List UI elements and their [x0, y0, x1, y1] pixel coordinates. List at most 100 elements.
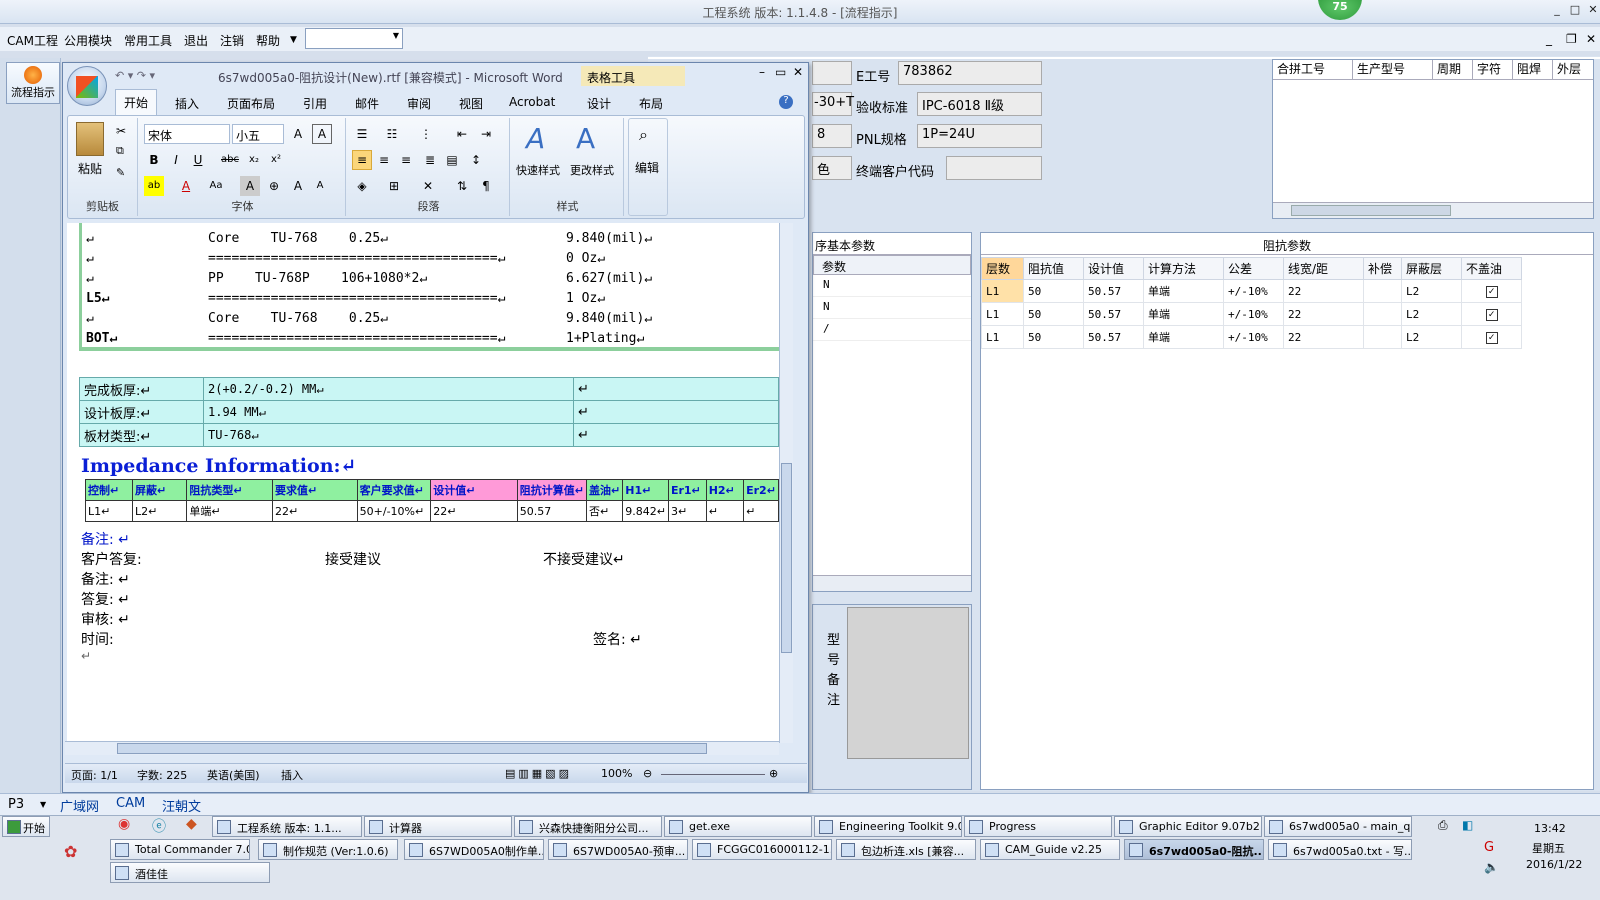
combine-col-outer[interactable]: 外层 — [1553, 60, 1593, 79]
increase-indent-icon[interactable]: ⇥ — [476, 124, 496, 144]
table-row[interactable]: L1 50 50.57 单端 +/-10% 22 L2 ✓ — [981, 279, 1522, 303]
cell[interactable]: 50 — [1023, 325, 1084, 349]
cell[interactable]: ↵ — [573, 423, 779, 447]
list-item[interactable]: / — [813, 319, 971, 341]
cell[interactable]: L2 — [1401, 302, 1462, 326]
menu-logout[interactable]: 注销 — [220, 32, 244, 49]
combine-col-model[interactable]: 生产型号 — [1353, 60, 1433, 79]
enclose-char-icon[interactable]: ⊕ — [264, 176, 284, 196]
status-page[interactable]: 页面: 1/1 — [71, 767, 118, 783]
chrome-icon[interactable]: ◉ — [118, 816, 130, 832]
cell[interactable]: 客户要求值↵ — [356, 479, 432, 501]
word-minimize-button[interactable]: – — [759, 65, 765, 79]
tray-icon[interactable]: ◧ — [1462, 818, 1473, 832]
font-color-icon[interactable]: A — [176, 176, 196, 196]
tab-table-layout[interactable]: 布局 — [639, 95, 663, 112]
cell[interactable]: 盖油↵ — [586, 479, 624, 501]
distribute-icon[interactable]: ▤ — [442, 150, 462, 170]
combine-col-job[interactable]: 合拼工号 — [1273, 60, 1353, 79]
superscript-icon[interactable]: x² — [266, 150, 286, 170]
align-right-icon[interactable]: ≡ — [396, 150, 416, 170]
tab-review[interactable]: 审阅 — [407, 95, 431, 112]
tab-references[interactable]: 引用 — [303, 95, 327, 112]
col-width[interactable]: 线宽/距 — [1283, 257, 1364, 280]
word-maximize-button[interactable]: ▭ — [775, 65, 786, 79]
cell[interactable]: H1↵ — [622, 479, 669, 501]
status-words[interactable]: 字数: 225 — [137, 767, 187, 783]
menu-exit[interactable]: 退出 — [184, 32, 208, 49]
task-button[interactable]: 工程系统 版本: 1.1... — [212, 816, 362, 837]
task-button[interactable]: Engineering Toolkit 9.0... — [814, 816, 962, 837]
cell[interactable]: Er2↵ — [743, 479, 779, 501]
cell[interactable]: 单端 — [1143, 302, 1224, 326]
view-buttons-icon[interactable]: ▤▥▦▧▨ — [505, 767, 585, 780]
cell-layer[interactable]: L1 — [981, 302, 1024, 326]
cell[interactable]: 单端↵ — [186, 500, 273, 522]
cell[interactable]: 单端 — [1143, 279, 1224, 303]
change-case-icon[interactable]: Aa — [206, 176, 226, 196]
tab-wan[interactable]: 广域网 — [60, 796, 99, 815]
cell[interactable] — [1363, 325, 1402, 349]
task-button[interactable]: 6S7WD005A0制作单... — [404, 839, 544, 860]
numbering-icon[interactable]: ☷ — [382, 124, 402, 144]
checkbox[interactable]: ✓ — [1485, 332, 1498, 344]
font-name-select[interactable]: 宋体 — [144, 124, 230, 144]
clock-time[interactable]: 13:42 — [1534, 822, 1566, 835]
grow-font-icon[interactable]: A — [288, 124, 308, 144]
underline-icon[interactable]: U — [188, 150, 208, 170]
client-code-field[interactable] — [946, 156, 1042, 180]
format-painter-icon[interactable]: ✎ — [116, 166, 125, 179]
maximize-button[interactable]: □ — [1566, 3, 1584, 19]
undo-icon[interactable]: ↶ ▾ ↷ ▾ — [115, 69, 155, 82]
cell[interactable]: ↵ — [743, 500, 779, 522]
cell[interactable]: 22 — [1283, 325, 1364, 349]
italic-icon[interactable]: I — [166, 150, 186, 170]
tab-cam[interactable]: CAM — [116, 796, 145, 811]
menu-combo[interactable]: ▼ — [305, 28, 403, 49]
cell[interactable]: 屏蔽↵ — [132, 479, 188, 501]
document-page[interactable]: ↵ Core TU-768 0.25↵ 9.840(mil)↵ ↵ ======… — [67, 223, 779, 743]
menu-help[interactable]: 帮助 — [256, 32, 280, 49]
col-design[interactable]: 设计值 — [1083, 257, 1144, 280]
cell[interactable]: 阻抗类型↵ — [186, 479, 273, 501]
shading-icon[interactable]: ◈ — [352, 176, 372, 196]
task-button[interactable]: 计算器 — [364, 816, 512, 837]
cell[interactable]: H2↵ — [705, 479, 745, 501]
task-button[interactable]: 6s7wd005a0.txt - 写... — [1268, 839, 1412, 860]
task-button[interactable]: 6s7wd005a0 - main_qa — [1264, 816, 1412, 837]
cell[interactable]: L2 — [1401, 279, 1462, 303]
table-row[interactable]: L1 50 50.57 单端 +/-10% 22 L2 ✓ — [981, 325, 1522, 349]
cell[interactable]: 单端 — [1143, 325, 1224, 349]
task-button[interactable]: 包边析连.xls [兼容... — [836, 839, 976, 860]
cell-layer[interactable]: L1 — [981, 325, 1024, 349]
cell[interactable]: 50.57 — [1083, 279, 1144, 303]
e-number-field[interactable]: 783862 — [898, 61, 1042, 85]
cell-layer[interactable]: L1 — [981, 279, 1024, 303]
cell[interactable]: 50 — [1023, 302, 1084, 326]
shrink-icon[interactable]: A — [310, 176, 330, 196]
strikethrough-icon[interactable]: abc — [220, 150, 240, 170]
minimize-button[interactable]: _ — [1548, 3, 1566, 19]
mdi-minimize-button[interactable]: _ — [1546, 32, 1552, 46]
tab-layout[interactable]: 页面布局 — [227, 95, 275, 112]
scroll-thumb[interactable] — [117, 743, 707, 754]
model-note-field[interactable] — [847, 607, 969, 759]
grow-icon[interactable]: A — [288, 176, 308, 196]
chinese-layout-icon[interactable]: ✕ — [418, 176, 438, 196]
cell[interactable]: +/-10% — [1223, 279, 1284, 303]
cell[interactable]: 22↵ — [271, 500, 358, 522]
highlight-icon[interactable]: ab — [144, 176, 164, 196]
word-close-button[interactable]: ✕ — [793, 65, 803, 79]
copy-icon[interactable]: ⧉ — [116, 144, 124, 158]
paste-button[interactable]: 粘贴 — [78, 160, 102, 177]
cell[interactable]: 50 — [1023, 279, 1084, 303]
borders-icon[interactable]: ⊞ — [384, 176, 404, 196]
app-icon[interactable]: ◆ — [186, 816, 197, 832]
task-button[interactable]: Progress — [964, 816, 1112, 837]
zoom-in-icon[interactable]: ⊕ — [769, 767, 778, 780]
task-button[interactable]: Total Commander 7.0... — [110, 839, 250, 860]
col-tolerance[interactable]: 公差 — [1223, 257, 1284, 280]
decrease-indent-icon[interactable]: ⇤ — [452, 124, 472, 144]
doc-hscrollbar[interactable] — [65, 741, 779, 755]
cell[interactable]: 阻抗计算值↵ — [516, 479, 588, 501]
